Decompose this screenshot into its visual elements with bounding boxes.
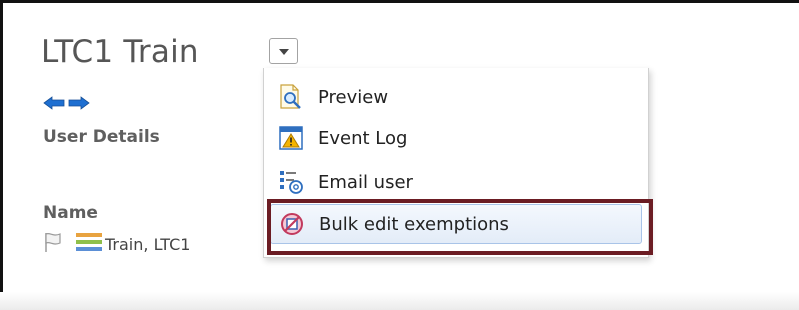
menu-item-label: Preview <box>318 86 389 108</box>
preview-magnifier-icon <box>276 84 306 110</box>
email-user-icon <box>276 169 306 195</box>
warning-icon <box>276 125 306 151</box>
menu-item-label: Bulk edit exemptions <box>319 213 509 235</box>
title-dropdown-button[interactable] <box>269 38 298 64</box>
menu-item-label: Email user <box>318 171 413 193</box>
user-details-heading: User Details <box>43 127 160 147</box>
context-menu: Preview Event Log Email user Bulk edit e… <box>263 68 649 258</box>
exemption-icon <box>277 211 307 237</box>
arrow-right-icon[interactable] <box>68 96 90 110</box>
menu-item-preview[interactable]: Preview <box>270 79 642 115</box>
chevron-down-icon <box>278 49 289 55</box>
page-title: LTC1 Train <box>41 34 199 70</box>
navigation-arrows <box>43 96 90 110</box>
flag-icon[interactable] <box>43 231 63 257</box>
menu-item-email-user[interactable]: Email user <box>270 164 642 200</box>
name-row: Train, LTC1 <box>43 231 190 257</box>
window-shadow <box>0 292 799 310</box>
user-name-value: Train, LTC1 <box>105 234 191 254</box>
arrow-left-icon[interactable] <box>43 96 65 110</box>
rank-bars-icon <box>75 232 103 256</box>
menu-item-label: Event Log <box>318 127 408 149</box>
name-label: Name <box>43 203 98 223</box>
window-frame-left <box>0 0 3 310</box>
menu-item-bulk-edit-exemptions[interactable]: Bulk edit exemptions <box>270 204 642 244</box>
menu-item-event-log[interactable]: Event Log <box>270 120 642 156</box>
window-frame-top <box>0 0 799 3</box>
